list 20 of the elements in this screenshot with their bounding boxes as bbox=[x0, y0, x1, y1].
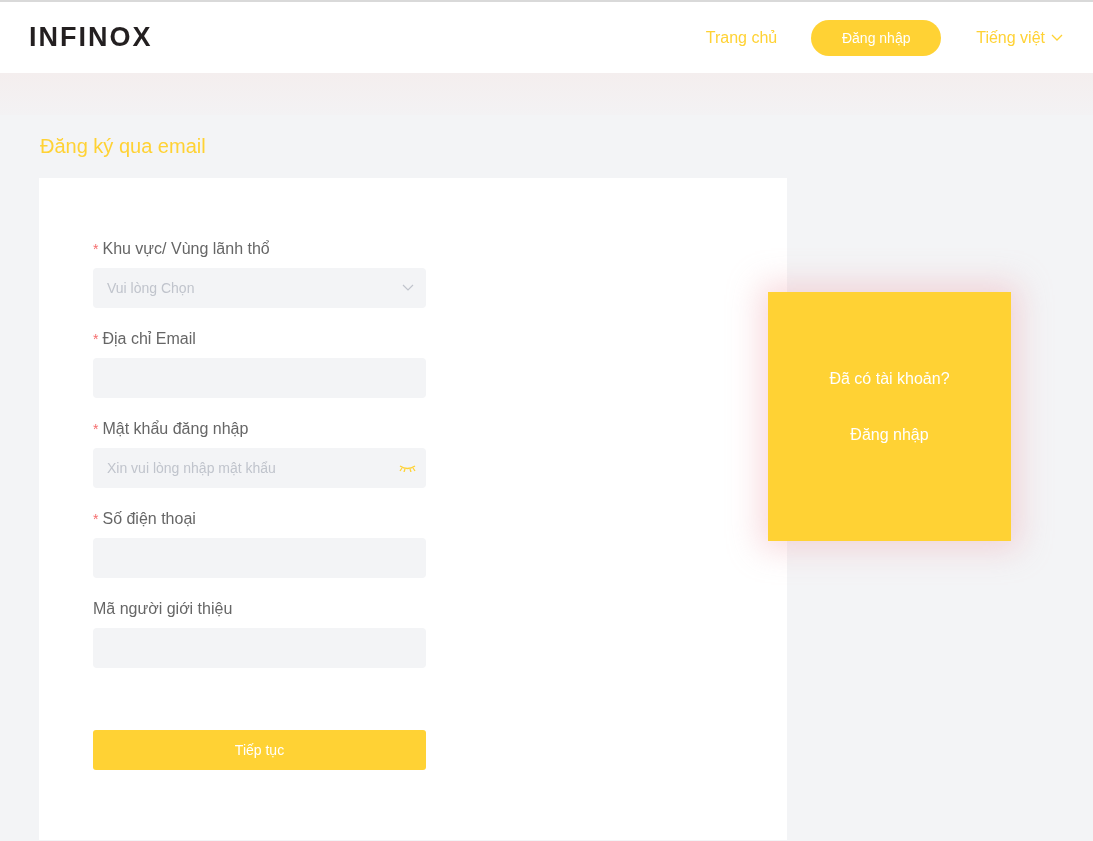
chevron-down-icon bbox=[402, 284, 414, 292]
field-label: Khu vực/ Vùng lãnh thổ bbox=[102, 240, 270, 258]
logo[interactable]: INFINOX bbox=[29, 22, 153, 53]
nav-link[interactable]: Trang chủ bbox=[705, 28, 778, 47]
required-mark: * bbox=[93, 421, 99, 437]
account-question: Đã có tài khoản? bbox=[829, 369, 950, 388]
field-label: Địa chỉ Email bbox=[102, 330, 196, 348]
login-link[interactable]: Đăng nhập bbox=[850, 425, 929, 444]
required-mark: * bbox=[93, 241, 99, 257]
field-label: Số điện thoại bbox=[102, 510, 196, 528]
continue-button[interactable]: Tiếp tục bbox=[93, 730, 426, 770]
chevron-down-icon bbox=[1051, 33, 1063, 42]
language-dropdown[interactable]: Tiếng việt bbox=[976, 28, 1063, 47]
login-button[interactable]: Đăng nhập bbox=[811, 19, 942, 56]
page-title: Đăng ký qua email bbox=[39, 134, 207, 159]
required-mark: * bbox=[93, 511, 99, 527]
field-label: Mật khẩu đăng nhập bbox=[102, 420, 249, 438]
closed-eye-icon[interactable] bbox=[399, 464, 416, 472]
required-mark: * bbox=[93, 331, 99, 347]
field-label: Mã người giới thiệu bbox=[93, 600, 233, 618]
